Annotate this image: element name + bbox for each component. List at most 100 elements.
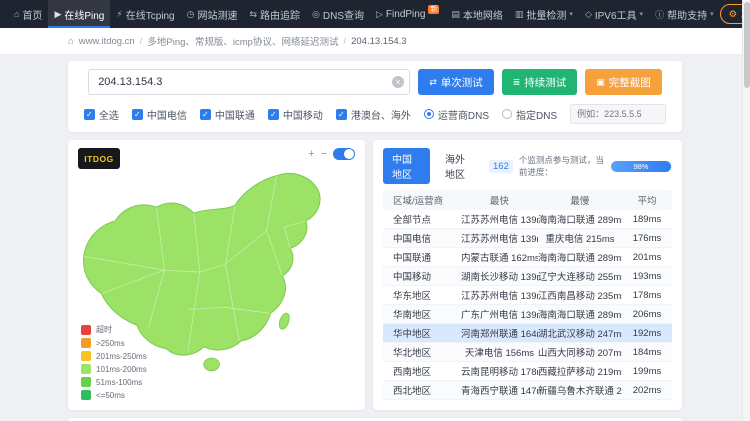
itdog-logo: ITDOG [78,148,120,169]
map-panel: ITDOG + − 超时 >250ms 201ms-250ms [68,140,365,410]
nav-item[interactable]: ◇ IPV6工具 ▾ [579,0,649,28]
progress-bar: 98% [611,161,672,172]
slowest-cell: 辽宁大连移动 255ms [538,269,622,283]
legend-item: 超时 [81,324,147,335]
table-row[interactable]: 中国移动 湖南长沙移动 139ms 辽宁大连移动 255ms 193ms [383,267,672,286]
nav-item[interactable]: ◷ 网站测速 [181,0,244,28]
slowest-cell: 江西南昌移动 235ms [538,288,622,302]
slowest-cell: 海南海口联通 289ms [538,250,622,264]
test-button[interactable]: ▣ 完整截图 [585,69,662,95]
region-cell: 华东地区 [383,288,461,302]
legend-color-swatch [81,377,91,387]
hainan-island[interactable] [204,358,220,371]
top-navbar: ⌂ 首页 ▶ 在线Ping ⚡ 在线Tcping ◷ 网站测速 ⇆ 路由追踪 ◎ [0,0,750,28]
checkbox-label: 中国联通 [215,107,255,122]
legend-label: 超时 [96,324,112,335]
region-tab[interactable]: 海外地区 [436,148,483,184]
fastest-cell: 湖南长沙移动 139ms [461,269,538,283]
isp-checkbox[interactable]: ✓ 中国移动 [268,107,323,122]
table-row[interactable]: 华南地区 广东广州电信 139ms 海南海口联通 289ms 206ms [383,305,672,324]
nav-item-icon: ⚡ [116,9,122,20]
table-row[interactable]: 中国电信 江苏苏州电信 139ms 重庆电信 215ms 176ms [383,229,672,248]
legend-color-swatch [81,364,91,374]
legend-item: 51ms-100ms [81,377,147,387]
average-cell: 201ms [622,252,672,263]
legend-item: >250ms [81,338,147,348]
legend-color-swatch [81,390,91,400]
region-cell: 中国移动 [383,269,461,283]
nav-item[interactable]: ◎ DNS查询 [306,0,370,28]
fastest-cell: 江苏苏州电信 139ms [461,212,538,226]
progress-label: 个监测点参与测试，当前进度： [519,154,605,178]
host-input[interactable] [88,69,410,95]
nav-item-icon: ◷ [187,9,195,20]
average-cell: 201ms [622,404,672,405]
scrollbar-thumb[interactable] [744,2,750,88]
nav-item[interactable]: ▶ 在线Ping [48,0,110,28]
page-scrollbar[interactable] [742,0,750,421]
fastest-cell: 青海西宁联通 147ms [461,383,538,397]
nav-item-label: 网站测速 [197,7,237,22]
table-row[interactable]: 全部节点 江苏苏州电信 139ms 海南海口联通 289ms 189ms [383,210,672,229]
legend-color-swatch [81,325,91,335]
column-header: 最慢 [538,193,622,207]
zoom-out-button[interactable]: − [321,149,327,159]
isp-checkbox[interactable]: ✓ 全选 [84,107,119,122]
new-badge: 新 [428,5,439,14]
table-row[interactable]: 华中地区 河南郑州联通 164ms 湖北武汉移动 247ms 192ms [383,324,672,343]
nav-item-label: FindPing [386,9,425,20]
table-row[interactable]: 东北地区 黑龙江哈尔滨联通 167ms 辽宁大连移动 255ms 201ms [383,400,672,404]
column-header: 区域/运营商 [383,193,461,207]
legend-label: 51ms-100ms [96,378,142,387]
dns-input[interactable] [570,104,666,124]
dns-radio[interactable]: 指定DNS [502,107,557,122]
zoom-in-button[interactable]: + [308,149,314,159]
legend-item: 201ms-250ms [81,351,147,361]
nav-item[interactable]: ▷ FindPing 新 [370,0,445,28]
nav-item[interactable]: ▥ 批量检测 ▾ [509,0,579,28]
radio-label: 运营商DNS [438,107,489,122]
slowest-cell: 辽宁大连移动 255ms [538,402,622,404]
dns-radio[interactable]: 运营商DNS [424,107,489,122]
test-button[interactable]: ≣ 持续测试 [502,69,578,95]
legend-item: <=50ms [81,390,147,400]
isp-checkbox[interactable]: ✓ 港澳台、海外 [336,107,411,122]
gear-icon: ⚙ [729,9,738,20]
nav-item[interactable]: ▤ 本地网络 [445,0,509,28]
legend-label: <=50ms [96,391,125,400]
region-cell: 西北地区 [383,383,461,397]
isp-checkbox[interactable]: ✓ 中国电信 [132,107,187,122]
region-cell: 东北地区 [383,402,461,404]
nav-item[interactable]: ⇆ 路由追踪 [243,0,306,28]
nav-item-label: 首页 [22,7,42,22]
slowest-cell: 西藏拉萨移动 219ms [538,364,622,378]
chevron-down-icon: ▾ [569,10,573,18]
nav-item[interactable]: ⚡ 在线Tcping [110,0,180,28]
nav-item[interactable]: ⓘ 帮助支持 ▾ [649,0,720,28]
button-label: 持续测试 [524,75,566,90]
map-toggle-switch[interactable] [333,148,355,160]
fastest-cell: 江苏苏州电信 139ms [461,231,538,245]
legend-label: >250ms [96,339,125,348]
radio-icon [424,109,434,119]
nav-item[interactable]: ⌂ 首页 [8,0,48,28]
average-cell: 184ms [622,347,672,358]
table-row[interactable]: 西北地区 青海西宁联通 147ms 新疆乌鲁木齐联通 283ms 202ms [383,381,672,400]
radio-icon [502,109,512,119]
taiwan-island[interactable] [277,312,291,331]
table-row[interactable]: 华北地区 天津电信 156ms 山西大同移动 207ms 184ms [383,343,672,362]
region-cell: 西南地区 [383,364,461,378]
table-row[interactable]: 中国联通 内蒙古联通 162ms 海南海口联通 289ms 201ms [383,248,672,267]
nav-item-label: 帮助支持 [667,7,707,22]
table-row[interactable]: 华东地区 江苏苏州电信 139ms 江西南昌移动 235ms 178ms [383,286,672,305]
results-table: 区域/运营商 最快 最慢 平均 全部节点 江苏苏州电信 139ms 海南海口联通… [383,190,672,404]
slowest-cell: 海南海口联通 289ms [538,307,622,321]
table-row[interactable]: 西南地区 云南昆明移动 178ms 西藏拉萨移动 219ms 199ms [383,362,672,381]
test-button[interactable]: ⇄ 单次测试 [418,69,494,95]
breadcrumb-site[interactable]: www.itdog.cn [79,36,135,47]
radio-label: 指定DNS [516,107,557,122]
region-cell: 中国联通 [383,250,461,264]
region-tab[interactable]: 中国地区 [383,148,430,184]
nav-item-icon: ▤ [451,9,460,20]
isp-checkbox[interactable]: ✓ 中国联通 [200,107,255,122]
